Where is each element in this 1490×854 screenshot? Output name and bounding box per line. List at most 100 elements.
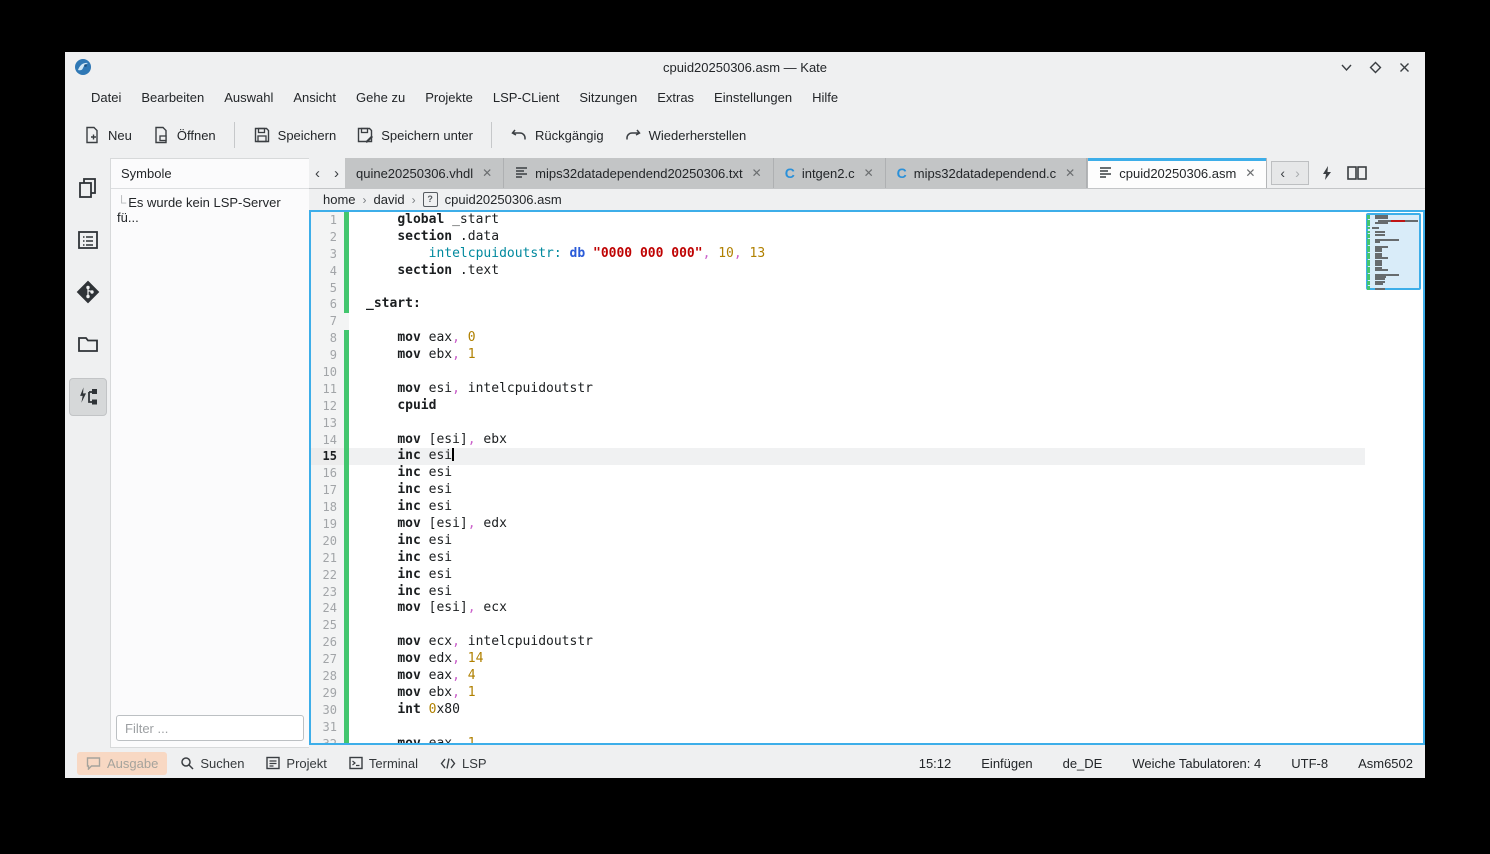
tab-close-icon[interactable]: ✕	[1245, 166, 1255, 180]
menu-item-bearbeiten[interactable]: Bearbeiten	[131, 86, 214, 109]
tab-quine20250306.vhdl[interactable]: quine20250306.vhdl✕	[345, 158, 504, 188]
tab-close-icon[interactable]: ✕	[1065, 166, 1075, 180]
documents-icon[interactable]	[70, 170, 106, 206]
menu-item-lspclient[interactable]: LSP-CLient	[483, 86, 569, 109]
tab-close-icon[interactable]: ✕	[864, 166, 874, 180]
code-line-text[interactable]: inc esi	[349, 567, 1365, 584]
code-line-text[interactable]	[349, 280, 1365, 297]
save-as-button[interactable]: Speichern unter	[346, 119, 483, 151]
forward-icon[interactable]: ›	[1295, 165, 1300, 181]
code-line-30: 30 int 0x80	[311, 702, 1365, 719]
menu-item-sitzungen[interactable]: Sitzungen	[569, 86, 647, 109]
symbols-tree[interactable]: └Es wurde kein LSP-Server fü...	[111, 189, 309, 711]
code-line-text[interactable]: int 0x80	[349, 702, 1365, 719]
code-line-text[interactable]: cpuid	[349, 398, 1365, 415]
symbols-icon[interactable]	[69, 378, 107, 416]
statusbar-encoding[interactable]: UTF-8	[1291, 756, 1328, 771]
tab-cpuid20250306.asm[interactable]: cpuid20250306.asm✕	[1087, 158, 1267, 188]
code-line-text[interactable]: inc esi	[349, 465, 1365, 482]
tab-close-icon[interactable]: ✕	[752, 166, 762, 180]
code-line-text[interactable]: mov edx, 14	[349, 651, 1365, 668]
code-line-text[interactable]: mov [esi], edx	[349, 516, 1365, 533]
git-icon[interactable]	[70, 274, 106, 310]
code-line-text[interactable]: global _start	[349, 212, 1365, 229]
code-line-text[interactable]	[349, 415, 1365, 432]
open-button[interactable]: Öffnen	[142, 119, 226, 151]
code-line-text[interactable]: mov [esi], ebx	[349, 432, 1365, 449]
code-line-21: 21 inc esi	[311, 550, 1365, 567]
maximize-icon[interactable]	[1369, 61, 1382, 74]
breadcrumb-item-david[interactable]: david	[374, 192, 405, 207]
minimize-icon[interactable]	[1340, 61, 1353, 74]
code-line-text[interactable]: mov ecx, intelcpuidoutstr	[349, 634, 1365, 651]
minimap-scrollbar[interactable]	[1365, 212, 1423, 743]
code-line-text[interactable]: mov [esi], ecx	[349, 600, 1365, 617]
code-line-text[interactable]: inc esi	[349, 533, 1365, 550]
menu-item-einstellungen[interactable]: Einstellungen	[704, 86, 802, 109]
statusbar-cursor-position[interactable]: 15:12	[919, 756, 952, 771]
line-number: 17	[311, 482, 344, 499]
code-line-text[interactable]: inc esi	[349, 482, 1365, 499]
filter-input[interactable]	[116, 715, 304, 741]
code-line-text[interactable]	[349, 719, 1365, 736]
title-bar[interactable]: cpuid20250306.asm — Kate	[65, 52, 1425, 82]
save-button[interactable]: Speichern	[243, 119, 347, 151]
statusbar-lsp-button[interactable]: LSP	[431, 752, 496, 775]
code-line-text[interactable]	[349, 364, 1365, 381]
code-line-text[interactable]: inc esi	[349, 448, 1365, 465]
code-line-32: 32 mov eax, 1	[311, 736, 1365, 743]
menu-item-extras[interactable]: Extras	[647, 86, 704, 109]
split-view-icon[interactable]	[1347, 165, 1367, 181]
breadcrumb-item-home[interactable]: home	[323, 192, 356, 207]
tab-close-icon[interactable]: ✕	[482, 166, 492, 180]
code-line-text[interactable]: section .data	[349, 229, 1365, 246]
code-line-text[interactable]: mov ebx, 1	[349, 685, 1365, 702]
code-line-text[interactable]: _start:	[349, 296, 1365, 313]
tab-next-icon[interactable]: ›	[334, 165, 339, 182]
menu-item-gehezu[interactable]: Gehe zu	[346, 86, 415, 109]
project-icon	[266, 756, 280, 770]
folder-icon[interactable]	[70, 326, 106, 362]
menu-item-auswahl[interactable]: Auswahl	[214, 86, 283, 109]
code-line-text[interactable]: mov eax, 4	[349, 668, 1365, 685]
code-line-text[interactable]	[349, 617, 1365, 634]
statusbar-terminal-button[interactable]: Terminal	[340, 752, 427, 775]
code-line-text[interactable]: mov eax, 1	[349, 736, 1365, 743]
back-icon[interactable]: ‹	[1280, 165, 1285, 181]
code-area[interactable]: 1 global _start2 section .data3 intelcpu…	[311, 212, 1365, 743]
code-line-text[interactable]	[349, 313, 1365, 330]
lsp-empty-message: Es wurde kein LSP-Server fü...	[117, 195, 281, 225]
undo-button[interactable]: Rückgängig	[500, 119, 614, 151]
text-file-icon	[515, 166, 528, 181]
quick-open-icon[interactable]	[1319, 165, 1335, 181]
tab-mips32datadependend20250306.txt[interactable]: mips32datadependend20250306.txt✕	[504, 158, 774, 188]
tab-intgen2.c[interactable]: Cintgen2.c✕	[774, 158, 886, 188]
statusbar-ausgabe-button[interactable]: Ausgabe	[77, 752, 167, 775]
code-line-text[interactable]: inc esi	[349, 550, 1365, 567]
statusbar-highlight-mode[interactable]: Asm6502	[1358, 756, 1413, 771]
code-line-text[interactable]: intelcpuidoutstr: db "0000 000 000", 10,…	[349, 246, 1365, 263]
menu-item-ansicht[interactable]: Ansicht	[283, 86, 346, 109]
code-line-text[interactable]: mov eax, 0	[349, 330, 1365, 347]
redo-button[interactable]: Wiederherstellen	[614, 119, 757, 151]
list-icon[interactable]	[70, 222, 106, 258]
close-icon[interactable]	[1398, 61, 1411, 74]
statusbar-tab-settings[interactable]: Weiche Tabulatoren: 4	[1132, 756, 1261, 771]
menu-item-projekte[interactable]: Projekte	[415, 86, 483, 109]
line-number: 31	[311, 719, 344, 736]
statusbar-suchen-button[interactable]: Suchen	[171, 752, 253, 775]
code-line-text[interactable]: inc esi	[349, 499, 1365, 516]
statusbar-projekt-button[interactable]: Projekt	[257, 752, 335, 775]
code-line-text[interactable]: inc esi	[349, 584, 1365, 601]
menu-item-hilfe[interactable]: Hilfe	[802, 86, 848, 109]
new-button[interactable]: Neu	[73, 119, 142, 151]
code-line-text[interactable]: section .text	[349, 263, 1365, 280]
menu-item-datei[interactable]: Datei	[81, 86, 131, 109]
tab-prev-icon[interactable]: ‹	[315, 165, 320, 182]
code-line-text[interactable]: mov ebx, 1	[349, 347, 1365, 364]
breadcrumb-file[interactable]: cpuid20250306.asm	[445, 192, 562, 207]
statusbar-dictionary[interactable]: de_DE	[1063, 756, 1103, 771]
code-line-text[interactable]: mov esi, intelcpuidoutstr	[349, 381, 1365, 398]
statusbar-insert-mode[interactable]: Einfügen	[981, 756, 1032, 771]
tab-mips32datadependend.c[interactable]: Cmips32datadependend.c✕	[886, 158, 1088, 188]
